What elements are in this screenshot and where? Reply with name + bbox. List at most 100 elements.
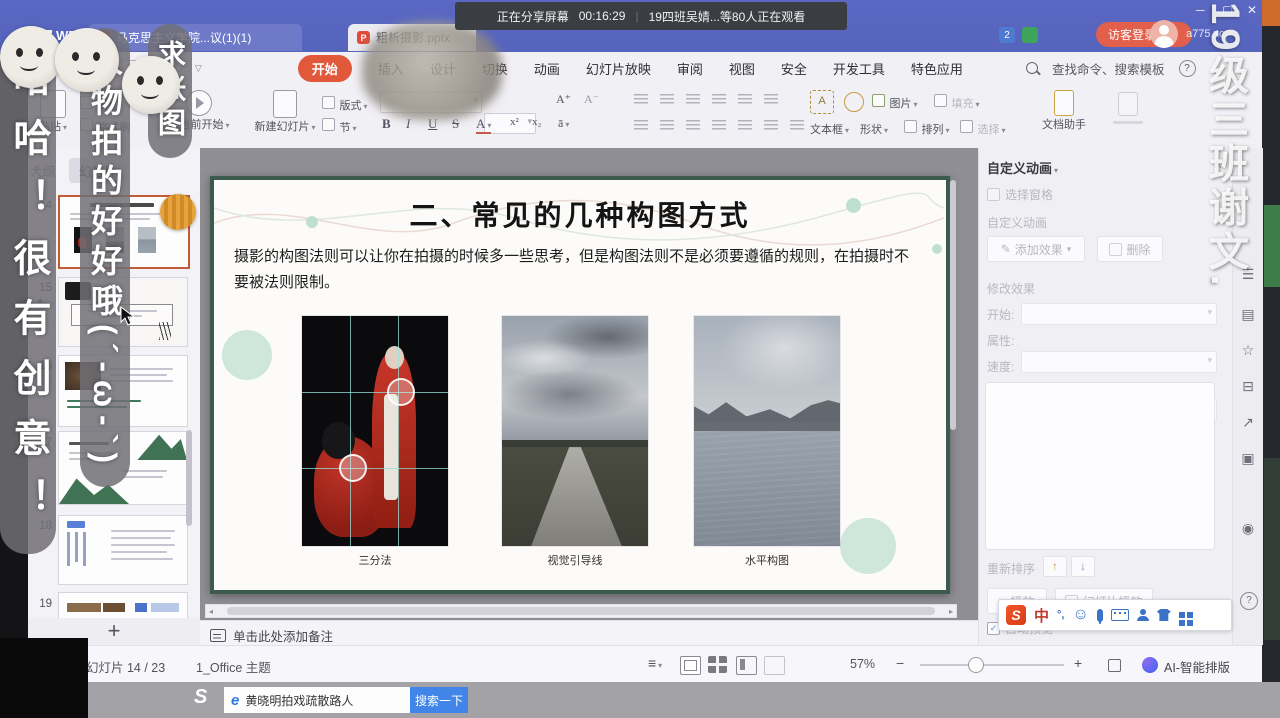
doc-pane-icon[interactable]: ▤	[1240, 306, 1256, 323]
zoom-out-icon[interactable]: −	[896, 655, 904, 671]
ime-keyboard-icon[interactable]	[1111, 609, 1129, 621]
normal-view-button-selected[interactable]	[680, 656, 701, 675]
ime-punctuation-icon[interactable]: °,	[1057, 609, 1064, 621]
scroll-left-icon[interactable]: ◂	[209, 607, 213, 616]
textbox-button[interactable]: 文本框	[810, 120, 849, 138]
ime-skin-icon[interactable]	[1157, 609, 1171, 621]
doc-assistant-button[interactable]: 文档助手	[1032, 90, 1096, 132]
tab-home[interactable]: 开始	[298, 55, 352, 82]
select-button-disabled[interactable]: 选择	[960, 120, 1005, 138]
tab-special-features[interactable]: 特色应用	[911, 59, 963, 78]
horizontal-scroll-thumb[interactable]	[227, 607, 935, 615]
photo-rule-of-thirds[interactable]	[302, 316, 448, 546]
increase-indent-icon[interactable]	[712, 94, 726, 106]
animation-list[interactable]	[985, 382, 1215, 550]
section-button[interactable]: 节	[322, 118, 356, 136]
zoom-slider-knob[interactable]	[968, 657, 984, 673]
command-search[interactable]: 查找命令、搜索模板	[1052, 59, 1165, 78]
superscript-button[interactable]: x²	[510, 116, 519, 128]
slide-area-vertical-scrollbar[interactable]	[950, 180, 956, 430]
zoom-level[interactable]: 57%	[850, 657, 875, 671]
ime-person-icon[interactable]	[1137, 609, 1149, 621]
decrease-indent-icon[interactable]	[686, 94, 700, 106]
start-dropdown[interactable]	[1021, 303, 1217, 325]
delete-effect-button[interactable]: 删除	[1097, 236, 1163, 262]
photo-horizontal-composition[interactable]	[694, 316, 840, 546]
photo-leading-lines[interactable]	[502, 316, 648, 546]
user-avatar[interactable]	[1150, 20, 1178, 48]
distribute-icon[interactable]	[738, 120, 752, 132]
screen-share-banner[interactable]: 正在分享屏幕 00:16:29 | 19四班吴婧...等80人正在观看	[455, 2, 847, 30]
fill-button-disabled[interactable]: 填充	[934, 94, 979, 112]
tab-view[interactable]: 视图	[729, 59, 755, 78]
image-pane-icon[interactable]: ▣	[1240, 450, 1256, 467]
increase-font-button[interactable]: A⁺	[556, 92, 571, 107]
line-spacing-icon[interactable]	[738, 94, 752, 106]
slide-area-horizontal-scrollbar[interactable]: ◂ ▸	[205, 604, 957, 618]
columns-icon[interactable]	[764, 120, 778, 132]
reading-view-button[interactable]	[736, 656, 757, 675]
tab-security[interactable]: 安全	[781, 59, 807, 78]
justify-icon[interactable]	[712, 120, 726, 132]
ime-emoji-icon[interactable]: ☺	[1072, 606, 1088, 624]
slide-canvas[interactable]: 二、常见的几种构图方式 摄影的构图法则可以让你在拍摄的时候多一些思考，但是构图法…	[210, 176, 950, 594]
ime-mic-icon[interactable]	[1097, 609, 1103, 622]
taskbar-sogou-icon[interactable]: S	[194, 686, 207, 709]
slide-body-text[interactable]: 摄影的构图法则可以让你在拍摄的时候多一些思考，但是构图法则不是必须要遵循的规则，…	[234, 244, 914, 297]
tab-developer[interactable]: 开发工具	[833, 59, 885, 78]
move-down-button[interactable]: ↓	[1071, 556, 1095, 577]
slideshow-view-button[interactable]	[764, 656, 785, 675]
text-direction-icon[interactable]	[764, 94, 778, 106]
slide-title[interactable]: 二、常见的几种构图方式	[214, 194, 946, 234]
slide-thumbnail-18[interactable]	[58, 515, 188, 585]
zoom-slider-track[interactable]	[920, 664, 1064, 666]
taskbar-search-button[interactable]: 搜索一下	[410, 687, 468, 713]
arrange-button[interactable]: 排列	[904, 120, 949, 138]
ime-mode-chinese[interactable]: 中	[1034, 605, 1049, 626]
picture-button[interactable]: 图片	[872, 94, 917, 112]
notes-toggle-icon[interactable]: ≡	[648, 655, 662, 671]
slide-thumbnail-19-partial[interactable]	[58, 592, 188, 619]
panel-title[interactable]: 自定义动画	[987, 158, 1058, 177]
taskbar-search-box[interactable]: e 黄晓明拍戏疏散路人	[224, 687, 417, 713]
property-dropdown[interactable]	[1021, 351, 1217, 373]
slide-sorter-view-button[interactable]	[708, 656, 727, 673]
theme-name[interactable]: 1_Office 主题	[196, 657, 271, 676]
docer-icon[interactable]	[1022, 27, 1038, 43]
ime-toolbox-icon[interactable]	[1179, 612, 1185, 618]
thumbnails-scrollbar[interactable]	[186, 430, 192, 526]
favorites-icon[interactable]: ☆	[1240, 342, 1256, 359]
archive-icon[interactable]: ⊟	[1240, 378, 1256, 395]
textbox-tool-icon[interactable]: A	[810, 90, 834, 114]
scroll-right-icon[interactable]: ▸	[949, 607, 953, 616]
bold-button[interactable]: B	[382, 116, 391, 132]
bullet-list-icon[interactable]	[634, 94, 648, 106]
zoom-in-icon[interactable]: +	[1074, 655, 1082, 671]
message-count-badge[interactable]: 2	[999, 27, 1015, 43]
pinyin-guide-button[interactable]: ā	[558, 116, 569, 131]
align-right-icon[interactable]	[686, 120, 700, 132]
subscript-button[interactable]: x₂	[532, 116, 541, 128]
select-pane-button[interactable]: 选择窗格	[987, 186, 1053, 203]
fit-to-window-icon[interactable]	[1108, 659, 1121, 672]
layout-button[interactable]: 版式	[322, 96, 367, 114]
font-color-button[interactable]: A	[476, 116, 491, 134]
help-icon[interactable]: ?	[1179, 60, 1196, 77]
expand-toolbar-icon[interactable]: ▽	[195, 63, 202, 74]
shapes-button[interactable]: 形状	[860, 120, 888, 138]
shape-tool-icon[interactable]	[844, 92, 864, 112]
decrease-font-button[interactable]: A⁻	[584, 92, 599, 107]
ai-layout-label[interactable]: AI-智能排版	[1164, 657, 1230, 676]
add-effect-button[interactable]: ✎ 添加效果 ▾	[987, 236, 1085, 262]
strip-help-icon[interactable]: ?	[1240, 592, 1258, 610]
sogou-logo[interactable]: S	[1006, 605, 1026, 625]
paragraph-more-icon[interactable]	[790, 120, 804, 132]
numbered-list-icon[interactable]	[660, 94, 674, 106]
align-center-icon[interactable]	[660, 120, 674, 132]
new-slide-button[interactable]: 新建幻灯片	[252, 90, 318, 134]
tab-animation[interactable]: 动画	[534, 59, 560, 78]
move-up-button[interactable]: ↑	[1043, 556, 1067, 577]
align-left-icon[interactable]	[634, 120, 648, 132]
resource-icon[interactable]: ◉	[1240, 520, 1256, 537]
share-icon[interactable]: ↗	[1240, 414, 1256, 431]
